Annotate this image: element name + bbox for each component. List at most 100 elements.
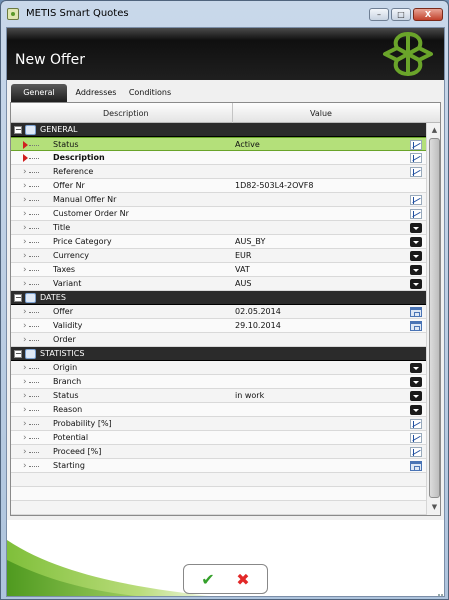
edit-icon[interactable] <box>410 209 422 219</box>
edit-icon[interactable] <box>410 140 422 150</box>
property-label: Proceed [%] <box>53 447 102 456</box>
property-value[interactable]: 29.10.2014 <box>235 321 281 330</box>
chevron-right-icon: › <box>23 167 27 177</box>
edit-icon[interactable] <box>410 153 422 163</box>
dropdown-arrow-icon[interactable] <box>410 279 422 289</box>
dropdown-arrow-icon[interactable] <box>410 377 422 387</box>
property-label: Origin <box>53 363 78 372</box>
chevron-right-icon: › <box>23 391 27 401</box>
property-row[interactable]: › Status in work <box>11 389 426 403</box>
edit-icon[interactable] <box>410 419 422 429</box>
window-title: METIS Smart Quotes <box>26 8 129 19</box>
calendar-section-icon <box>25 293 36 303</box>
property-row[interactable]: › Taxes VAT <box>11 263 426 277</box>
property-value[interactable]: AUS <box>235 279 251 288</box>
dropdown-arrow-icon[interactable] <box>410 363 422 373</box>
ok-check-button[interactable]: ✔ <box>198 571 218 589</box>
edit-icon[interactable] <box>410 433 422 443</box>
chevron-right-icon: › <box>23 461 27 471</box>
chevron-right-icon: › <box>23 405 27 415</box>
section-dates[interactable]: − DATES <box>11 291 426 305</box>
collapse-toggle-icon[interactable]: − <box>14 126 22 134</box>
tab-addresses[interactable]: Addresses <box>73 84 119 102</box>
chevron-right-icon: › <box>23 251 27 261</box>
calendar-icon[interactable] <box>410 461 422 471</box>
collapse-toggle-icon[interactable]: − <box>14 294 22 302</box>
property-value[interactable]: VAT <box>235 265 250 274</box>
dropdown-arrow-icon[interactable] <box>410 391 422 401</box>
dropdown-arrow-icon[interactable] <box>410 223 422 233</box>
minimize-button[interactable]: – <box>369 8 389 21</box>
tab-general[interactable]: General <box>11 84 67 102</box>
property-label: Order <box>53 335 76 344</box>
collapse-toggle-icon[interactable]: − <box>14 350 22 358</box>
column-description[interactable]: Description <box>103 109 149 118</box>
property-row[interactable]: › Offer 02.05.2014 <box>11 305 426 319</box>
resize-grip-icon[interactable] <box>438 588 444 596</box>
empty-row <box>11 501 426 515</box>
property-row[interactable]: › Probability [%] <box>11 417 426 431</box>
cancel-x-button[interactable]: ✖ <box>233 571 253 589</box>
column-value[interactable]: Value <box>310 109 332 118</box>
calendar-icon[interactable] <box>410 321 422 331</box>
property-row[interactable]: › Customer Order Nr <box>11 207 426 221</box>
property-value[interactable]: AUS_BY <box>235 237 265 246</box>
property-label: Customer Order Nr <box>53 209 129 218</box>
selected-row-arrow-icon <box>23 141 28 149</box>
chevron-right-icon: › <box>23 279 27 289</box>
property-row[interactable]: › Variant AUS <box>11 277 426 291</box>
section-statistics[interactable]: − STATISTICS <box>11 347 426 361</box>
chevron-right-icon: › <box>23 307 27 317</box>
scroll-down-icon[interactable]: ▼ <box>429 502 440 513</box>
required-arrow-icon <box>23 154 28 162</box>
property-row[interactable]: › Validity 29.10.2014 <box>11 319 426 333</box>
close-button[interactable]: X <box>413 8 443 21</box>
chevron-right-icon: › <box>23 195 27 205</box>
property-row[interactable]: › Proceed [%] <box>11 445 426 459</box>
chevron-right-icon: › <box>23 363 27 373</box>
metis-logo-icon <box>383 32 433 76</box>
property-label: Manual Offer Nr <box>53 195 117 204</box>
property-row[interactable]: › Offer Nr 1D82-503L4-2OVF8 <box>11 179 426 193</box>
property-row[interactable]: › Price Category AUS_BY <box>11 235 426 249</box>
property-row[interactable]: › Currency EUR <box>11 249 426 263</box>
dialog-button-group: ✔ ✖ <box>183 564 268 594</box>
chevron-right-icon: › <box>23 209 27 219</box>
property-value[interactable]: Active <box>235 140 260 149</box>
property-row[interactable]: Status Active <box>11 137 426 151</box>
property-row[interactable]: › Order <box>11 333 426 347</box>
calendar-icon[interactable] <box>410 307 422 317</box>
property-row[interactable]: › Title <box>11 221 426 235</box>
property-value[interactable]: EUR <box>235 251 251 260</box>
section-general[interactable]: − GENERAL <box>11 123 426 137</box>
property-row[interactable]: › Branch <box>11 375 426 389</box>
property-row[interactable]: › Manual Offer Nr <box>11 193 426 207</box>
property-label: Offer Nr <box>53 181 85 190</box>
edit-icon[interactable] <box>410 447 422 457</box>
tab-conditions[interactable]: Conditions <box>125 84 175 102</box>
edit-icon[interactable] <box>410 167 422 177</box>
property-row[interactable]: › Origin <box>11 361 426 375</box>
chevron-right-icon: › <box>23 321 27 331</box>
dropdown-arrow-icon[interactable] <box>410 237 422 247</box>
empty-row <box>11 473 426 487</box>
property-value[interactable]: 02.05.2014 <box>235 307 281 316</box>
edit-icon[interactable] <box>410 195 422 205</box>
title-bar[interactable]: METIS Smart Quotes – □ X <box>1 1 448 27</box>
vertical-scrollbar[interactable]: ▲ ▼ <box>426 123 440 515</box>
dropdown-arrow-icon[interactable] <box>410 251 422 261</box>
property-row[interactable]: › Starting <box>11 459 426 473</box>
chevron-right-icon: › <box>23 447 27 457</box>
property-label: Price Category <box>53 237 112 246</box>
dropdown-arrow-icon[interactable] <box>410 265 422 275</box>
scroll-up-icon[interactable]: ▲ <box>429 125 440 136</box>
property-row[interactable]: Description <box>11 151 426 165</box>
property-row[interactable]: › Potential <box>11 431 426 445</box>
property-row[interactable]: › Reference <box>11 165 426 179</box>
property-row[interactable]: › Reason <box>11 403 426 417</box>
scrollbar-thumb[interactable] <box>429 138 440 498</box>
dropdown-arrow-icon[interactable] <box>410 405 422 415</box>
property-value[interactable]: 1D82-503L4-2OVF8 <box>235 181 313 190</box>
maximize-button[interactable]: □ <box>391 8 411 21</box>
property-value[interactable]: in work <box>235 391 264 400</box>
